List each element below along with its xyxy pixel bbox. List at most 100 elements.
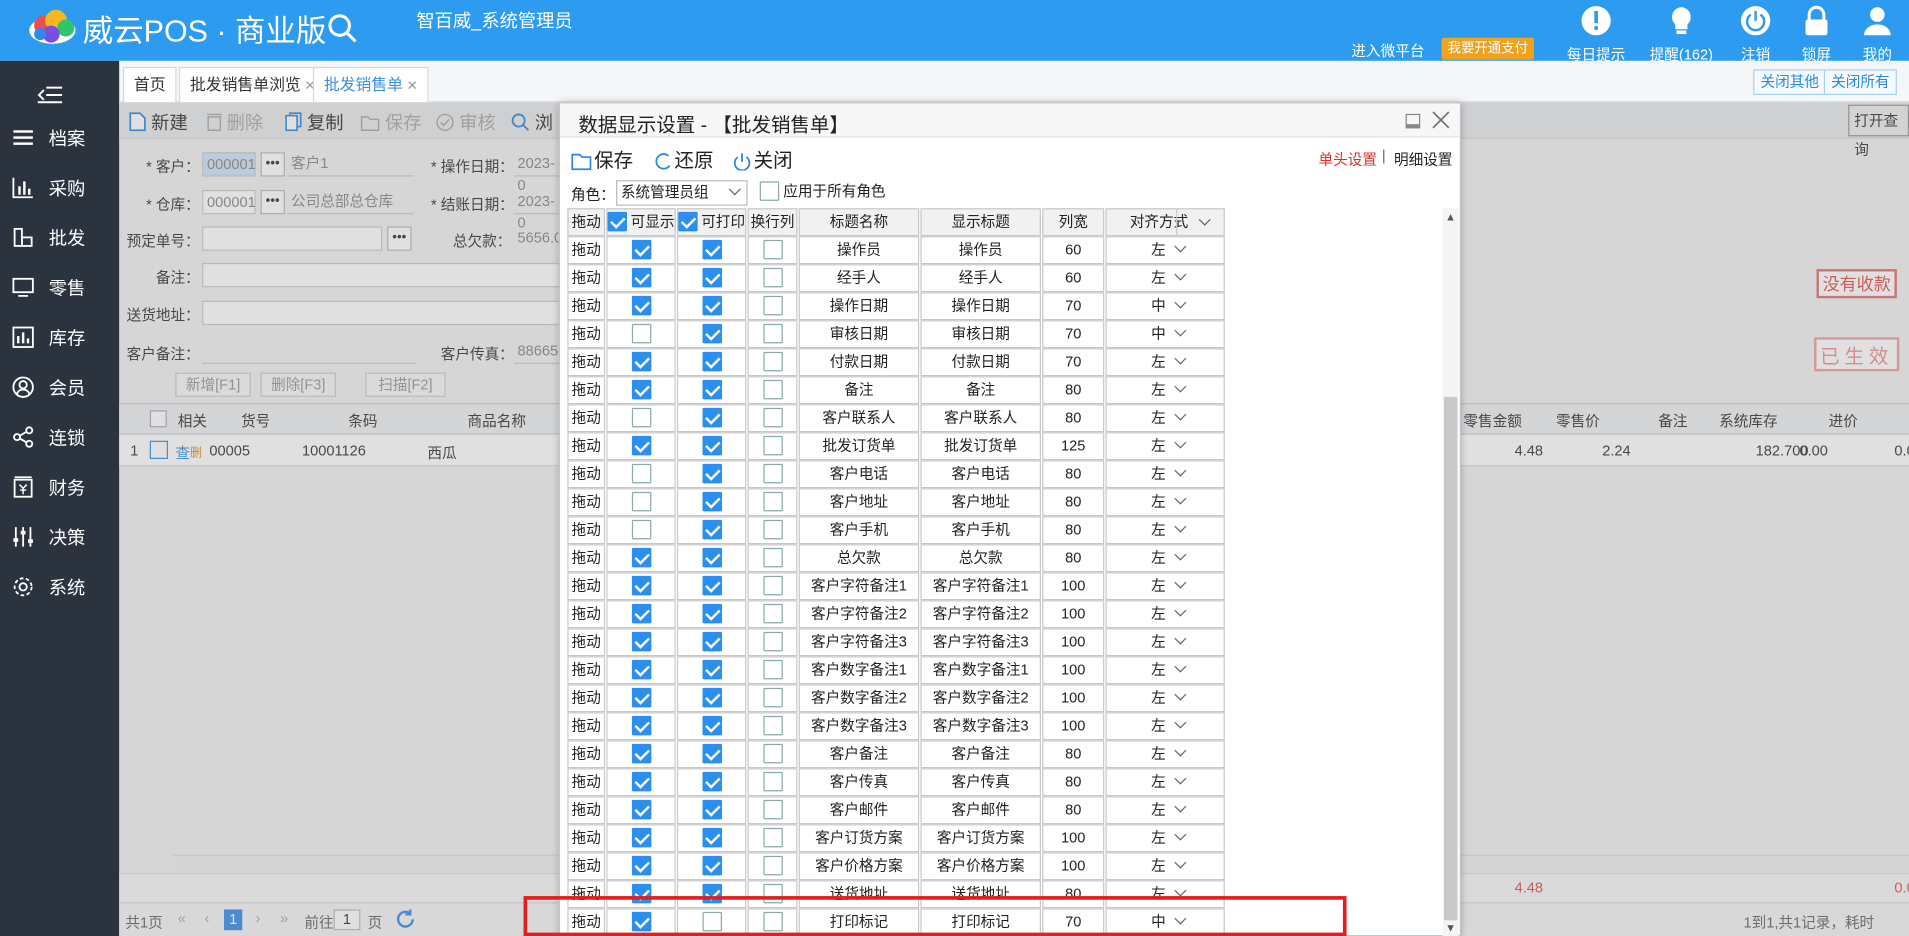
visible-checkbox[interactable]: [631, 743, 651, 764]
column-width-input[interactable]: 60: [1042, 264, 1105, 293]
printable-checkbox[interactable]: [701, 407, 722, 428]
visible-checkbox[interactable]: [631, 239, 651, 260]
column-width-input[interactable]: 80: [1042, 740, 1105, 769]
display-title-input[interactable]: 付款日期: [920, 348, 1041, 377]
table-row[interactable]: 拖动 客户字符备注3 客户字符备注3 100 左: [567, 628, 1227, 657]
drag-handle[interactable]: 拖动: [567, 292, 606, 321]
align-select[interactable]: 左: [1105, 768, 1225, 797]
table-row[interactable]: 拖动 操作员 操作员 60 左: [567, 236, 1227, 265]
display-title-input[interactable]: 客户数字备注1: [920, 656, 1041, 685]
table-row[interactable]: 拖动 客户字符备注1 客户字符备注1 100 左: [567, 572, 1227, 601]
display-title-input[interactable]: 客户价格方案: [920, 852, 1041, 881]
visible-checkbox[interactable]: [631, 799, 651, 820]
drag-handle[interactable]: 拖动: [567, 516, 606, 545]
wrap-checkbox[interactable]: [762, 547, 783, 568]
sidebar-item-member[interactable]: 会员: [0, 366, 119, 407]
visible-checkbox[interactable]: [631, 687, 651, 708]
table-row[interactable]: 拖动 客户数字备注3 客户数字备注3 100 左: [567, 712, 1227, 741]
tab-home[interactable]: 首页: [122, 66, 177, 103]
my-account-button[interactable]: 我的: [1855, 5, 1899, 65]
display-title-input[interactable]: 操作员: [920, 236, 1041, 265]
display-title-input[interactable]: 客户字符备注3: [920, 628, 1041, 657]
column-width-input[interactable]: 100: [1042, 572, 1105, 601]
table-row[interactable]: 拖动 客户数字备注1 客户数字备注1 100 左: [567, 656, 1227, 685]
table-row[interactable]: 拖动 客户邮件 客户邮件 80 左: [567, 796, 1227, 825]
display-title-input[interactable]: 备注: [920, 376, 1041, 405]
table-row[interactable]: 拖动 客户联系人 客户联系人 80 左: [567, 404, 1227, 433]
drag-handle[interactable]: 拖动: [567, 712, 606, 741]
sidebar-item-retail[interactable]: 零售: [0, 267, 119, 308]
wrap-checkbox[interactable]: [762, 407, 783, 428]
column-width-input[interactable]: 100: [1042, 824, 1105, 853]
printable-checkbox[interactable]: [701, 463, 722, 484]
visible-checkbox[interactable]: [631, 407, 651, 428]
wrap-checkbox[interactable]: [762, 631, 783, 652]
display-title-input[interactable]: 批发订货单: [920, 432, 1041, 461]
column-width-input[interactable]: 100: [1042, 600, 1105, 629]
column-width-input[interactable]: 100: [1042, 656, 1105, 685]
restore-button[interactable]: 还原: [655, 144, 713, 173]
role-select[interactable]: 系统管理员组: [616, 180, 748, 206]
wrap-checkbox[interactable]: [762, 351, 783, 372]
align-select[interactable]: 左: [1105, 404, 1225, 433]
visible-checkbox[interactable]: [631, 295, 651, 316]
visible-checkbox[interactable]: [631, 323, 651, 344]
search-icon[interactable]: [326, 12, 358, 44]
drag-handle[interactable]: 拖动: [567, 348, 606, 377]
wrap-checkbox[interactable]: [762, 603, 783, 624]
align-select[interactable]: 左: [1105, 796, 1225, 825]
visible-checkbox[interactable]: [631, 659, 651, 680]
visible-all-checkbox[interactable]: [607, 211, 628, 232]
column-width-input[interactable]: 80: [1042, 544, 1105, 573]
wrap-checkbox[interactable]: [762, 239, 783, 260]
table-row[interactable]: 拖动 总欠款 总欠款 80 左: [567, 544, 1227, 573]
align-select[interactable]: 左: [1105, 264, 1225, 293]
drag-handle[interactable]: 拖动: [567, 572, 606, 601]
sidebar-item-purchase[interactable]: 采购: [0, 167, 119, 208]
wrap-checkbox[interactable]: [762, 687, 783, 708]
column-width-input[interactable]: 100: [1042, 852, 1105, 881]
column-width-input[interactable]: 70: [1042, 348, 1105, 377]
wrap-checkbox[interactable]: [762, 379, 783, 400]
wrap-checkbox[interactable]: [762, 771, 783, 792]
drag-handle[interactable]: 拖动: [567, 768, 606, 797]
display-title-input[interactable]: 客户备注: [920, 740, 1041, 769]
align-select[interactable]: 左: [1105, 348, 1225, 377]
apply-all-roles[interactable]: 应用于所有角色: [759, 180, 886, 201]
display-title-input[interactable]: 总欠款: [920, 544, 1041, 573]
display-title-input[interactable]: 客户地址: [920, 488, 1041, 517]
sidebar-item-chain[interactable]: 连锁: [0, 416, 119, 457]
align-select[interactable]: 左: [1105, 572, 1225, 601]
visible-checkbox[interactable]: [631, 463, 651, 484]
visible-checkbox[interactable]: [631, 351, 651, 372]
sidebar-item-archive[interactable]: 档案: [0, 117, 119, 158]
printable-checkbox[interactable]: [701, 743, 722, 764]
printable-checkbox[interactable]: [701, 799, 722, 820]
drag-handle[interactable]: 拖动: [567, 544, 606, 573]
visible-checkbox[interactable]: [631, 267, 651, 288]
visible-checkbox[interactable]: [631, 715, 651, 736]
drag-handle[interactable]: 拖动: [567, 600, 606, 629]
printable-checkbox[interactable]: [701, 295, 722, 316]
align-select[interactable]: 左: [1105, 684, 1225, 713]
visible-checkbox[interactable]: [631, 827, 651, 848]
printable-checkbox[interactable]: [701, 771, 722, 792]
display-title-input[interactable]: 操作日期: [920, 292, 1041, 321]
table-row[interactable]: 拖动 审核日期 审核日期 70 中: [567, 320, 1227, 349]
table-row[interactable]: 拖动 备注 备注 80 左: [567, 376, 1227, 405]
reminder-button[interactable]: 提醒(162): [1646, 5, 1717, 65]
wrap-checkbox[interactable]: [762, 435, 783, 456]
tab-wholesale-browse[interactable]: 批发销售单浏览 ✕: [178, 66, 327, 103]
wrap-checkbox[interactable]: [762, 295, 783, 316]
align-select[interactable]: 左: [1105, 656, 1225, 685]
table-row[interactable]: 拖动 客户字符备注2 客户字符备注2 100 左: [567, 600, 1227, 629]
display-title-input[interactable]: 客户邮件: [920, 796, 1041, 825]
table-row[interactable]: 拖动 客户传真 客户传真 80 左: [567, 768, 1227, 797]
align-select[interactable]: 左: [1105, 852, 1225, 881]
table-row[interactable]: 拖动 批发订货单 批发订货单 125 左: [567, 432, 1227, 461]
wrap-checkbox[interactable]: [762, 799, 783, 820]
visible-checkbox[interactable]: [631, 855, 651, 876]
drag-handle[interactable]: 拖动: [567, 628, 606, 657]
wrap-checkbox[interactable]: [762, 575, 783, 596]
scroll-down-icon[interactable]: ▼: [1445, 922, 1456, 934]
